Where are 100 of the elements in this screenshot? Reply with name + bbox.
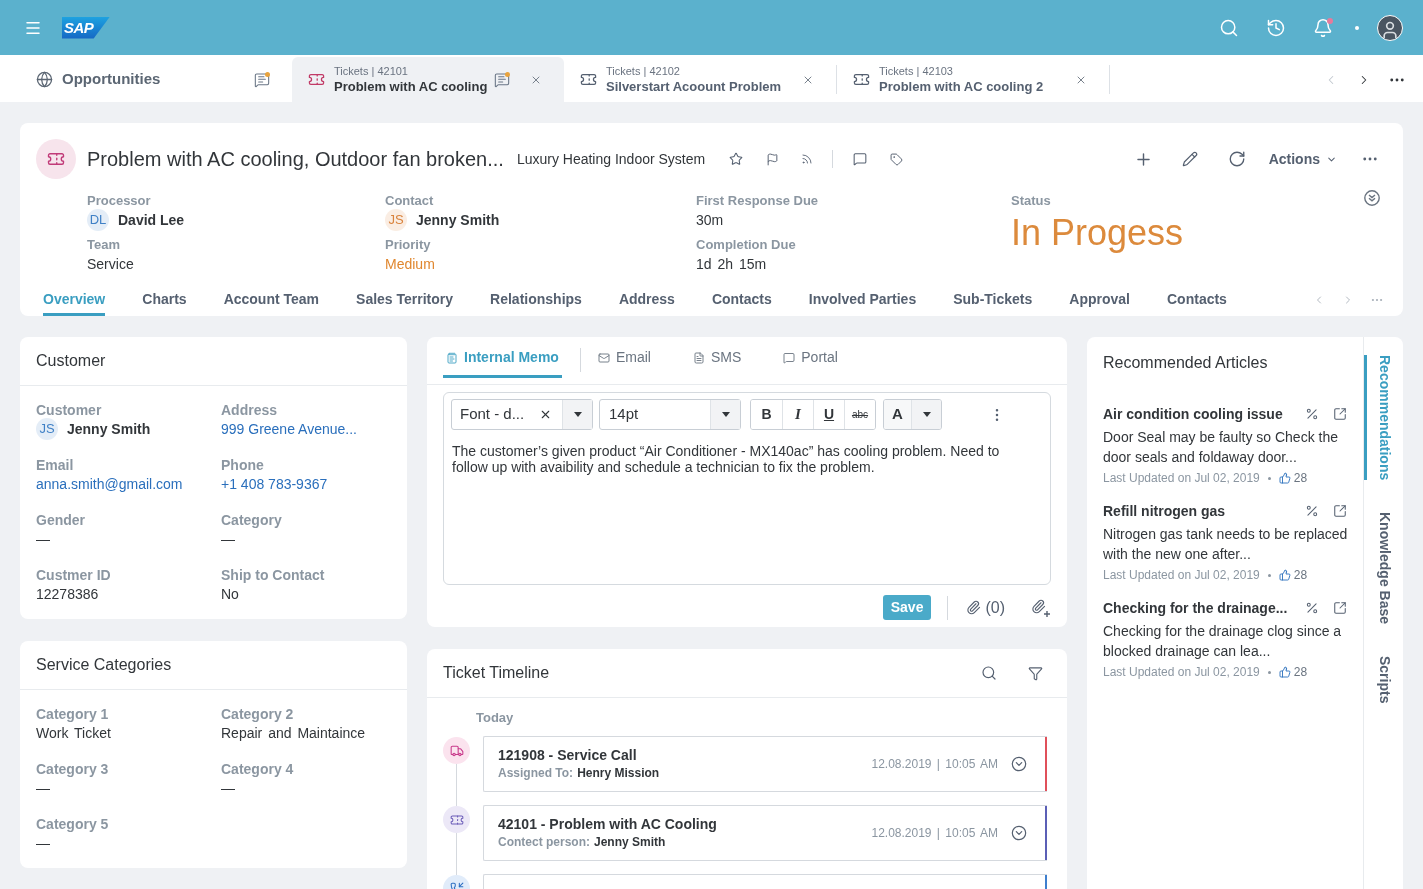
percent-icon[interactable] bbox=[1305, 504, 1319, 518]
strikethrough-button[interactable]: abc bbox=[844, 400, 875, 429]
history-icon[interactable] bbox=[1266, 17, 1286, 38]
refresh-icon[interactable] bbox=[1227, 150, 1246, 168]
pencil-icon[interactable] bbox=[1181, 151, 1198, 167]
bell-icon[interactable] bbox=[1313, 17, 1333, 38]
percent-icon[interactable] bbox=[1305, 407, 1319, 421]
field-label: Processor bbox=[87, 193, 152, 209]
field-value: — bbox=[36, 833, 50, 853]
section-tab[interactable]: Sub-Tickets bbox=[953, 291, 1033, 316]
entry-time: 12.08.2019 | 10:05 AM bbox=[871, 756, 998, 773]
percent-icon[interactable] bbox=[1305, 601, 1319, 615]
search-icon[interactable] bbox=[981, 665, 997, 681]
actions-button[interactable]: Actions bbox=[1268, 148, 1337, 170]
field-value: No bbox=[221, 584, 239, 604]
external-link-icon[interactable] bbox=[1333, 504, 1347, 518]
field-label: Category 2 bbox=[221, 706, 295, 722]
field-label: Category 4 bbox=[221, 761, 295, 777]
ticket-icon bbox=[308, 71, 325, 88]
ticket-subtitle: Luxury Heating Indoor System bbox=[516, 149, 706, 169]
person-name[interactable]: Jenny Smith bbox=[416, 209, 500, 231]
memo-tab[interactable]: Email bbox=[594, 340, 654, 378]
section-tab[interactable]: Account Team bbox=[223, 291, 320, 316]
field-value: 12278386 bbox=[36, 584, 99, 604]
link[interactable]: anna.smith@gmail.com bbox=[36, 473, 183, 495]
chevron-circle-icon[interactable] bbox=[1011, 825, 1027, 841]
field-label: Status bbox=[1011, 193, 1052, 209]
truck-icon bbox=[443, 737, 470, 764]
link[interactable]: +1 408 783-9367 bbox=[221, 473, 328, 495]
flag-icon[interactable] bbox=[766, 152, 780, 166]
panel-title: Recommended Articles bbox=[1103, 353, 1268, 372]
speech-bubble-icon bbox=[783, 351, 796, 364]
group-label: Today bbox=[476, 710, 514, 725]
side-tab[interactable]: Knowledge Base bbox=[1364, 512, 1403, 625]
external-link-icon[interactable] bbox=[1333, 601, 1347, 615]
external-link-icon[interactable] bbox=[1333, 407, 1347, 421]
field-label: Address bbox=[221, 402, 279, 418]
logo[interactable]: SAP bbox=[62, 16, 110, 39]
paperclip-plus-icon[interactable] bbox=[1031, 598, 1050, 617]
section-tab[interactable]: Relationships bbox=[490, 291, 582, 316]
updated-date: Last Updated on Jul 02, 2019 bbox=[1103, 470, 1260, 487]
section-tab[interactable]: Contacts bbox=[1167, 291, 1227, 316]
open-tab[interactable]: Tickets | 42101 Problem with AC cooling bbox=[292, 57, 564, 102]
memo-tab[interactable]: SMS bbox=[689, 340, 745, 378]
side-tab[interactable]: Scripts bbox=[1364, 656, 1403, 704]
dropdown-button[interactable] bbox=[562, 400, 592, 429]
rss-icon[interactable] bbox=[801, 153, 814, 165]
article-title[interactable]: Checking for the drainage... bbox=[1103, 597, 1288, 619]
field-label: Category 3 bbox=[36, 761, 110, 777]
timeline-entry[interactable]: 121908 - Service Call Assigned To: Henry Mission 12.08.2019 | 10:05 AM bbox=[483, 736, 1047, 792]
chevron-circle-icon[interactable] bbox=[1011, 756, 1027, 772]
link[interactable]: 999 Greene Avenue... bbox=[221, 418, 357, 440]
text-color-button[interactable]: A bbox=[884, 400, 911, 429]
timeline-entry[interactable]: 42101 - Problem with AC Cooling Contect person: Jenny Smith 12.08.2019 | 10:05 AM bbox=[483, 805, 1047, 861]
section-tab[interactable]: Involved Parties bbox=[808, 291, 917, 316]
ticket-title: Problem with AC cooling, Outdoor fan broken... bbox=[87, 147, 504, 172]
field-value: — bbox=[221, 529, 235, 549]
document-icon bbox=[692, 351, 705, 364]
size-select[interactable]: 14pt bbox=[599, 399, 741, 430]
thumbs-up-icon[interactable] bbox=[1278, 666, 1291, 678]
ticket-icon bbox=[580, 71, 597, 88]
chat-icon[interactable] bbox=[254, 71, 270, 88]
speech-bubble-icon[interactable] bbox=[853, 152, 868, 166]
section-tab[interactable]: Approval bbox=[1069, 291, 1130, 316]
person-name[interactable]: Jenny Smith bbox=[67, 418, 151, 440]
thumbs-up-icon[interactable] bbox=[1278, 569, 1291, 581]
like-count: 28 bbox=[1293, 470, 1308, 487]
section-tab[interactable]: Sales Territory bbox=[356, 291, 454, 316]
entry-time: 12.08.2019 | 10:05 AM bbox=[871, 825, 998, 842]
field-value: 30m bbox=[696, 210, 724, 230]
field-label: Team bbox=[87, 237, 121, 253]
field-label: Phone bbox=[221, 457, 265, 473]
chat-icon[interactable] bbox=[494, 71, 510, 88]
article-summary: Nitrogen gas tank needs to be replaced with the new one after... bbox=[1103, 525, 1349, 564]
clear-icon[interactable] bbox=[539, 408, 552, 421]
section-tab[interactable]: Address bbox=[618, 291, 675, 316]
font-select[interactable]: Font - d... bbox=[451, 399, 593, 430]
person-name[interactable]: David Lee bbox=[118, 209, 185, 231]
ticket-icon bbox=[853, 71, 870, 88]
attachments-button[interactable]: (0) bbox=[966, 595, 1005, 620]
field-label: Ship to Contact bbox=[221, 567, 326, 583]
dropdown-button[interactable] bbox=[911, 400, 941, 429]
memo-tab[interactable]: Portal bbox=[780, 340, 841, 378]
collapse-icon[interactable] bbox=[1364, 190, 1380, 206]
memo-text-field[interactable]: The customer’s given product “Air Conditioner - MX140ac” has cooling problem. Need to follow up with avaibility and schedule a technician to fix the problem. bbox=[451, 443, 1043, 584]
funnel-icon[interactable] bbox=[1028, 665, 1043, 681]
article-title[interactable]: Refill nitrogen gas bbox=[1103, 500, 1226, 522]
tag-icon[interactable] bbox=[890, 152, 904, 166]
dropdown-button[interactable] bbox=[710, 400, 740, 429]
envelope-icon bbox=[597, 351, 610, 364]
section-tab[interactable]: Contacts bbox=[711, 291, 772, 316]
ticket-icon bbox=[443, 806, 470, 833]
field-label: Category bbox=[221, 512, 283, 528]
avatar-icon[interactable] bbox=[1377, 14, 1403, 41]
field-value: Repair and Maintaince bbox=[221, 723, 366, 743]
section-tab[interactable]: Charts bbox=[142, 291, 187, 316]
paperclip-icon bbox=[966, 600, 982, 615]
article-title[interactable]: Air condition cooling issue bbox=[1103, 403, 1283, 425]
star-icon[interactable] bbox=[729, 152, 744, 166]
thumbs-up-icon[interactable] bbox=[1278, 472, 1291, 484]
